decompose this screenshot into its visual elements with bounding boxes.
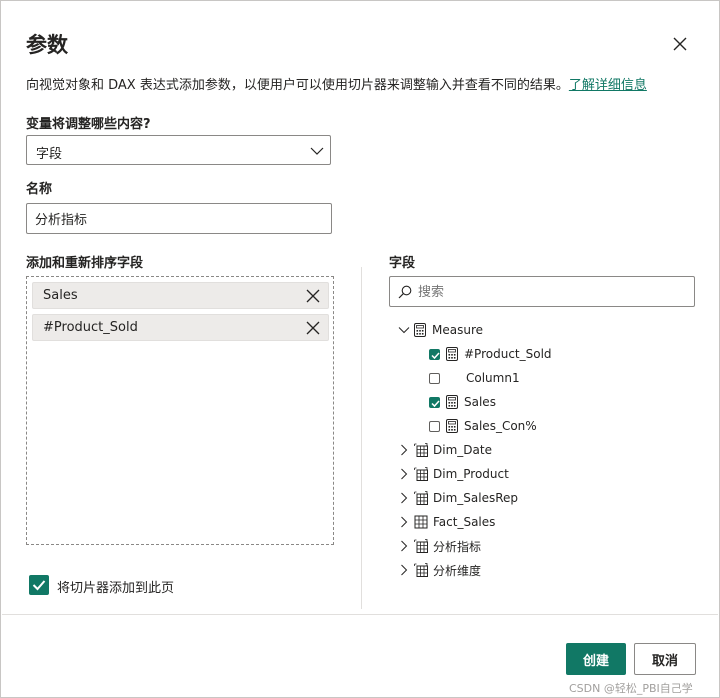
variable-select[interactable]: 字段 [26, 135, 331, 165]
tree-field-label: #Product_Sold [464, 347, 552, 361]
add-slicer-label[interactable]: 将切片器添加到此页 [57, 577, 174, 596]
tree-table-analysis-dimension[interactable]: 分析维度 [398, 559, 481, 581]
field-checkbox[interactable] [429, 372, 440, 384]
tree-table-label: Dim_SalesRep [433, 491, 519, 505]
tree-table-label: 分析维度 [433, 563, 482, 578]
calculator-icon [446, 395, 458, 409]
close-icon[interactable] [670, 34, 690, 54]
tree-field-product-sold[interactable]: #Product_Sold [429, 343, 552, 365]
reorder-chip-label: #Product_Sold [43, 320, 138, 335]
tree-table-dim-salesrep[interactable]: Dim_SalesRep [398, 487, 518, 509]
parameter-dialog: 参数 向视觉对象和 DAX 表达式添加参数，以便用户可以使用切片器来调整输入并查… [0, 0, 720, 698]
tree-field-column1[interactable]: Column1 [429, 367, 520, 389]
param-table-icon [414, 443, 428, 457]
tree-table-analysis-metric[interactable]: 分析指标 [398, 535, 481, 557]
remove-icon[interactable] [306, 289, 320, 303]
calculator-icon [414, 323, 426, 337]
chevron-down-icon [310, 147, 324, 155]
chevron-right-icon[interactable] [398, 468, 410, 480]
tree-field-sales-con[interactable]: Sales_Con% [429, 415, 537, 437]
search-icon [398, 285, 412, 299]
field-checkbox[interactable] [429, 348, 440, 360]
tree-table-label: Fact_Sales [433, 515, 496, 529]
footer-divider [2, 614, 718, 615]
reorder-chip[interactable]: #Product_Sold [32, 314, 329, 341]
chevron-right-icon[interactable] [398, 492, 410, 504]
tree-field-sales[interactable]: Sales [429, 391, 496, 413]
chevron-right-icon[interactable] [398, 564, 410, 576]
fields-search[interactable] [389, 276, 695, 307]
chevron-right-icon[interactable] [398, 516, 410, 528]
tree-field-label: Sales [464, 395, 496, 409]
chevron-right-icon[interactable] [398, 540, 410, 552]
chevron-down-icon[interactable] [398, 324, 410, 336]
reorder-chip[interactable]: Sales [32, 282, 329, 309]
tree-table-label: Dim_Date [433, 443, 492, 457]
variable-label: 变量将调整哪些内容? [26, 117, 151, 132]
add-slicer-checkbox[interactable] [29, 575, 49, 595]
watermark: CSDN @轻松_PBI自己学 [569, 682, 693, 695]
tree-table-label: 分析指标 [433, 539, 482, 554]
tree-table-fact-sales[interactable]: Fact_Sales [398, 511, 495, 533]
checkmark-icon [32, 580, 46, 591]
calculator-icon [446, 419, 458, 433]
description-text: 向视觉对象和 DAX 表达式添加参数，以便用户可以使用切片器来调整输入并查看不同… [26, 78, 569, 93]
name-input[interactable] [26, 203, 332, 234]
create-button[interactable]: 创建 [566, 643, 626, 675]
reorder-chip-label: Sales [43, 288, 78, 303]
tree-table-label: Dim_Product [433, 467, 509, 481]
tree-table-dim-product[interactable]: Dim_Product [398, 463, 509, 485]
name-label: 名称 [26, 182, 53, 197]
param-table-icon [414, 491, 428, 505]
chevron-right-icon[interactable] [398, 444, 410, 456]
tree-table-dim-date[interactable]: Dim_Date [398, 439, 492, 461]
field-checkbox[interactable] [429, 396, 440, 408]
field-checkbox[interactable] [429, 420, 440, 432]
calculator-icon [446, 347, 458, 361]
tree-table-label: Measure [432, 323, 483, 337]
column-divider [361, 267, 362, 609]
param-table-icon [414, 467, 428, 481]
reorder-dropzone[interactable]: Sales #Product_Sold [26, 276, 334, 545]
dialog-description: 向视觉对象和 DAX 表达式添加参数，以便用户可以使用切片器来调整输入并查看不同… [26, 74, 647, 93]
remove-icon[interactable] [306, 321, 320, 335]
tree-field-label: Sales_Con% [464, 419, 537, 433]
cancel-button[interactable]: 取消 [634, 643, 696, 675]
search-input[interactable] [416, 281, 690, 304]
reorder-label: 添加和重新排序字段 [26, 256, 144, 271]
tree-table-measure[interactable]: Measure [398, 319, 483, 341]
dialog-title: 参数 [26, 33, 68, 57]
fields-label: 字段 [389, 256, 416, 271]
param-table-icon [414, 563, 428, 577]
learn-more-link[interactable]: 了解详细信息 [569, 78, 647, 93]
tree-field-label: Column1 [466, 371, 520, 385]
table-icon [414, 515, 428, 529]
param-table-icon [414, 539, 428, 553]
variable-select-value: 字段 [36, 147, 63, 162]
